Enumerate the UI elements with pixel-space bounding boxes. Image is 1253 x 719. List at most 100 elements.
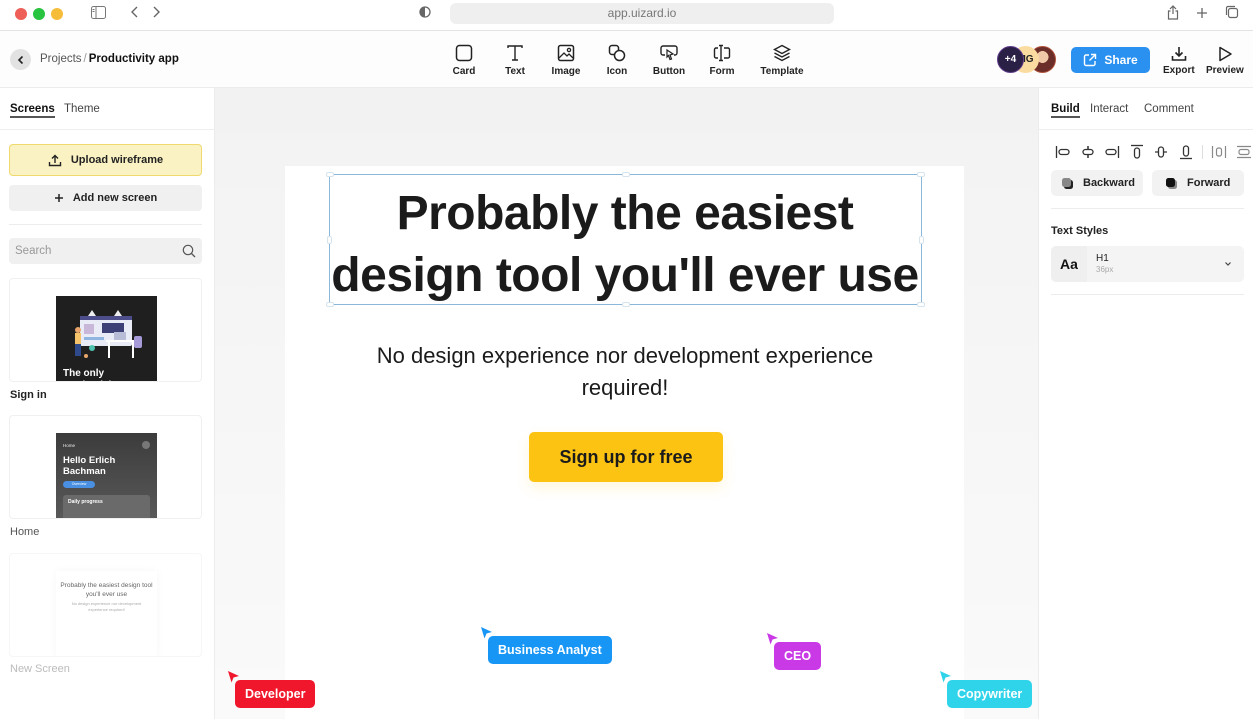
distribute-vertical-icon[interactable] (1232, 144, 1253, 160)
screen-name-new-screen[interactable]: New Screen (10, 663, 70, 675)
app-header: Projects / Productivity app Card Text Imag… (0, 31, 1253, 88)
resize-handle[interactable] (917, 172, 925, 177)
align-left-icon[interactable] (1051, 144, 1076, 160)
card-icon (455, 44, 473, 62)
breadcrumb-projects-link[interactable]: Projects (40, 53, 82, 65)
panel-divider (1051, 294, 1244, 295)
tool-image-label: Image (551, 66, 581, 77)
chevron-left-icon (17, 55, 23, 64)
tool-card[interactable]: Card (447, 43, 481, 77)
breadcrumb-current-project: Productivity app (88, 53, 179, 65)
plus-icon (54, 194, 63, 202)
search-icon[interactable] (182, 244, 196, 258)
tab-build[interactable]: Build (1051, 103, 1080, 118)
screen-search-field[interactable] (9, 238, 202, 264)
new-screen-thumbnail-title: Probably the easiest design tool you'll … (60, 582, 153, 598)
share-page-icon[interactable] (1167, 5, 1179, 24)
breadcrumb: Projects / Productivity app (40, 53, 179, 65)
new-tab-icon[interactable] (1196, 5, 1208, 23)
tool-template[interactable]: Template (749, 43, 815, 77)
external-link-icon (1084, 53, 1097, 67)
shapes-icon (608, 44, 626, 62)
tool-form[interactable]: Form (695, 43, 749, 77)
add-new-screen-button[interactable]: Add new screen (9, 185, 202, 211)
headline-text[interactable]: Probably the easiest design tool you'll … (325, 183, 925, 307)
tab-screens[interactable]: Screens (10, 103, 55, 118)
home-thumbnail-preview: Home Hello Erlich Bachman Overview Daily… (56, 433, 157, 518)
browser-toolbar: app.uizard.io (0, 0, 1253, 31)
tool-button-label: Button (652, 66, 686, 77)
tool-button[interactable]: Button (643, 43, 695, 77)
home-thumbnail-greeting: Hello Erlich Bachman (63, 455, 116, 477)
url-bar[interactable]: app.uizard.io (450, 3, 834, 24)
collaborator-avatars[interactable]: +4 MG (997, 46, 1061, 73)
more-collaborators-avatar[interactable]: +4 (997, 46, 1024, 73)
upload-wireframe-button[interactable]: Upload wireframe (9, 144, 202, 176)
tool-icon-label: Icon (606, 66, 628, 77)
play-icon (1219, 46, 1232, 62)
preview-button[interactable]: Preview (1206, 45, 1244, 76)
align-top-icon[interactable] (1125, 144, 1150, 160)
privacy-shield-icon[interactable] (419, 5, 431, 23)
share-button[interactable]: Share (1071, 47, 1150, 73)
back-arrow-icon[interactable] (130, 5, 140, 23)
new-screen-thumbnail-subtitle: No design experience nor development exp… (71, 601, 142, 612)
right-panel-tabs: Build Interact Comment (1039, 88, 1253, 130)
minimize-window-button[interactable] (51, 8, 63, 20)
text-style-select[interactable]: Aa H1 36px (1051, 246, 1244, 282)
artboard[interactable]: Probably the easiest design tool you'll … (285, 166, 964, 719)
subtitle-text[interactable]: No design experience nor development exp… (375, 340, 875, 404)
tab-theme[interactable]: Theme (64, 103, 100, 115)
text-style-size: 36px (1096, 265, 1114, 274)
screen-name-sign-in[interactable]: Sign in (10, 389, 47, 401)
properties-panel: Build Interact Comment Backward Forward … (1038, 88, 1253, 719)
resize-handle[interactable] (326, 172, 334, 177)
export-button[interactable]: Export (1163, 45, 1195, 76)
download-icon (1171, 47, 1187, 61)
align-bottom-icon[interactable] (1174, 144, 1199, 160)
toolbar-separator (1202, 145, 1203, 159)
upload-icon (48, 154, 62, 166)
sign-in-thumbnail-text: The only productivity (63, 368, 120, 381)
backward-label: Backward (1083, 177, 1135, 189)
bring-forward-button[interactable]: Forward (1152, 170, 1244, 196)
form-field-icon (713, 44, 731, 62)
screen-thumbnail-home[interactable]: Home Hello Erlich Bachman Overview Daily… (9, 415, 202, 519)
align-vertical-center-icon[interactable] (1149, 144, 1174, 160)
tool-text[interactable]: Text (489, 43, 541, 77)
screen-name-home[interactable]: Home (10, 526, 39, 538)
close-window-button[interactable] (15, 8, 27, 20)
layers-icon (773, 44, 791, 62)
design-canvas[interactable]: Probably the easiest design tool you'll … (215, 88, 1038, 719)
panel-divider (9, 224, 202, 225)
sign-up-button[interactable]: Sign up for free (529, 432, 723, 482)
cursor-developer-label: Developer (235, 680, 316, 708)
breadcrumb-separator: / (83, 53, 87, 65)
share-button-label: Share (1104, 53, 1138, 67)
tab-comment[interactable]: Comment (1144, 103, 1194, 115)
screen-search-input[interactable] (15, 245, 182, 257)
tool-form-label: Form (709, 66, 735, 77)
home-thumbnail-avatar (142, 441, 150, 449)
align-horizontal-center-icon[interactable] (1076, 144, 1101, 160)
distribute-horizontal-icon[interactable] (1207, 144, 1232, 160)
sidebar-toggle-icon[interactable] (91, 5, 106, 23)
bring-forward-icon (1166, 177, 1177, 189)
tool-image[interactable]: Image (541, 43, 591, 77)
forward-arrow-icon[interactable] (151, 5, 161, 23)
tab-overview-icon[interactable] (1225, 5, 1239, 23)
tab-interact[interactable]: Interact (1090, 103, 1128, 115)
preview-label: Preview (1206, 65, 1244, 76)
align-right-icon[interactable] (1100, 144, 1125, 160)
resize-handle[interactable] (622, 172, 630, 177)
export-label: Export (1163, 65, 1195, 76)
send-backward-button[interactable]: Backward (1051, 170, 1143, 196)
maximize-window-button[interactable] (33, 8, 45, 20)
tool-text-label: Text (505, 66, 525, 77)
screen-thumbnail-sign-in[interactable]: The only productivity (9, 278, 202, 382)
back-to-projects-button[interactable] (10, 49, 31, 70)
screen-thumbnail-new-screen[interactable]: Probably the easiest design tool you'll … (9, 553, 202, 657)
text-style-sample: Aa (1051, 246, 1087, 282)
text-icon (507, 45, 523, 61)
tool-icon[interactable]: Icon (591, 43, 643, 77)
